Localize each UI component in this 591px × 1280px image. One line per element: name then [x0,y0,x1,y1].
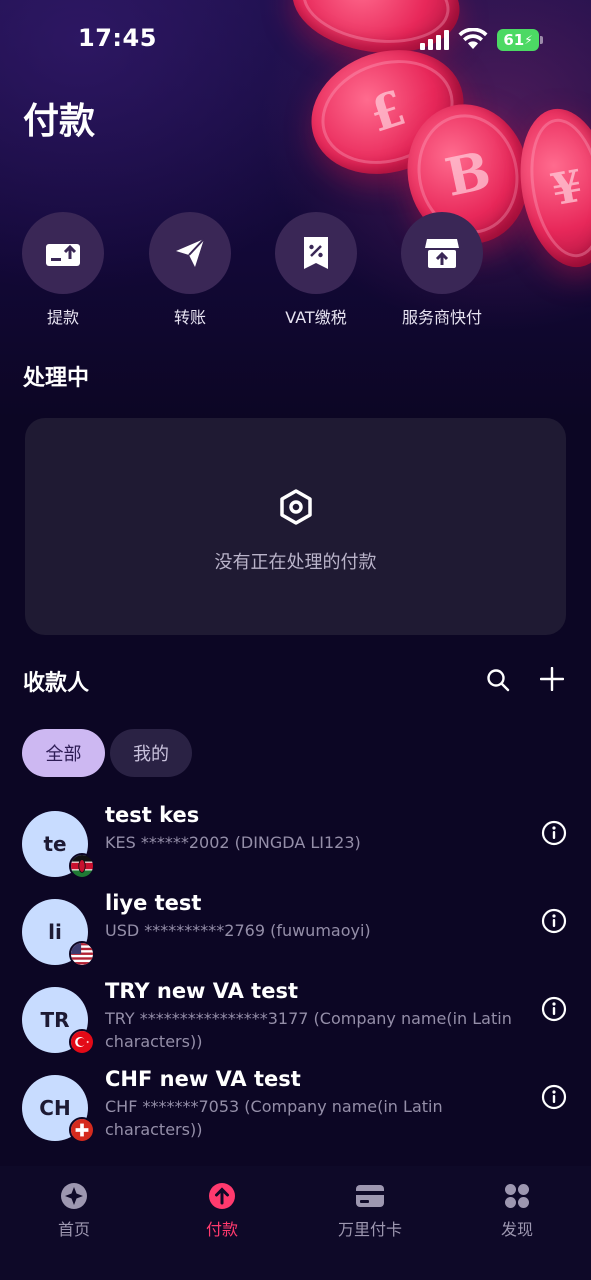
payee-name: TRY new VA test [105,979,298,1003]
payee-row[interactable]: li liye test USD **********2769 (fuwumao… [0,891,591,987]
tax-receipt-icon [304,237,328,269]
plus-icon [540,667,564,691]
info-icon[interactable] [541,1084,567,1110]
battery-icon: 61 ⚡ [497,29,539,51]
payee-row[interactable]: CH CHF new VA test CHF *******7053 (Comp… [0,1067,591,1163]
transfer-button[interactable] [149,212,231,294]
processing-empty-text: 没有正在处理的付款 [214,552,377,573]
info-icon[interactable] [541,996,567,1022]
bottom-tab-bar: 首页 付款 万里付卡 发现 [0,1166,591,1280]
processing-empty-card: 没有正在处理的付款 [25,418,566,635]
vat-button[interactable] [275,212,357,294]
tab-discover-label: 发现 [500,1220,533,1239]
filter-chip-mine[interactable]: 我的 [110,729,192,777]
card-icon [356,1185,384,1207]
search-button[interactable] [484,666,512,694]
discover-grid-icon [505,1184,529,1208]
add-payee-button[interactable] [538,665,566,693]
transfer-action[interactable]: 转账 [140,212,240,328]
payee-detail: KES ******2002 (DINGDA LI123) [105,833,361,852]
vat-action[interactable]: VAT缴税 [266,212,366,328]
payee-detail: TRY ****************3177 (Company name(i… [105,1009,512,1051]
payee-name: CHF new VA test [105,1067,301,1091]
withdraw-button[interactable] [22,212,104,294]
hexagon-icon [280,489,312,525]
withdraw-label: 提款 [46,308,79,327]
tab-payment[interactable]: 付款 [162,1182,282,1240]
payee-row[interactable]: te test kes KES ******2002 (DINGDA LI123… [0,803,591,899]
payee-row[interactable]: TR TRY new VA test TRY ****************3… [0,979,591,1075]
kenya-flag-icon [69,853,95,879]
paper-plane-icon [176,238,205,267]
status-time: 17:45 [78,24,157,52]
payee-detail: CHF *******7053 (Company name(in Latin c… [105,1097,443,1139]
merchant-pay-button[interactable] [401,212,483,294]
vat-label: VAT缴税 [285,308,347,327]
tab-discover[interactable]: 发现 [457,1182,577,1240]
wifi-icon [458,28,488,49]
search-icon [487,669,510,692]
battery-tip [540,36,543,44]
payee-name: test kes [105,803,200,827]
payees-title: 收款人 [23,671,90,696]
payment-arrow-icon [209,1183,235,1209]
payee-detail: USD **********2769 (fuwumaoyi) [105,921,371,940]
filter-chip-all[interactable]: 全部 [22,729,105,777]
withdraw-action[interactable]: 提款 [13,212,113,328]
storefront-icon [425,239,459,268]
tab-home[interactable]: 首页 [14,1182,134,1240]
usa-flag-icon [69,941,95,967]
tab-home-label: 首页 [57,1220,90,1239]
info-icon[interactable] [541,908,567,934]
cellular-signal-icon [420,30,449,50]
battery-level: 61 [503,31,525,49]
withdraw-icon [46,244,80,266]
merchant-pay-label: 服务商快付 [401,308,482,327]
page-title: 付款 [23,101,96,142]
status-bar: 17:45 61 ⚡ [0,0,591,80]
tab-card-label: 万里付卡 [337,1220,402,1239]
home-compass-icon [61,1183,87,1209]
switzerland-flag-icon [69,1117,95,1143]
merchant-pay-action[interactable]: 服务商快付 [392,212,492,328]
info-icon[interactable] [541,820,567,846]
processing-title: 处理中 [23,366,90,391]
turkey-flag-icon [69,1029,95,1055]
payee-name: liye test [105,891,202,915]
transfer-label: 转账 [173,308,206,327]
tab-card[interactable]: 万里付卡 [310,1182,430,1240]
tab-payment-label: 付款 [205,1220,238,1239]
